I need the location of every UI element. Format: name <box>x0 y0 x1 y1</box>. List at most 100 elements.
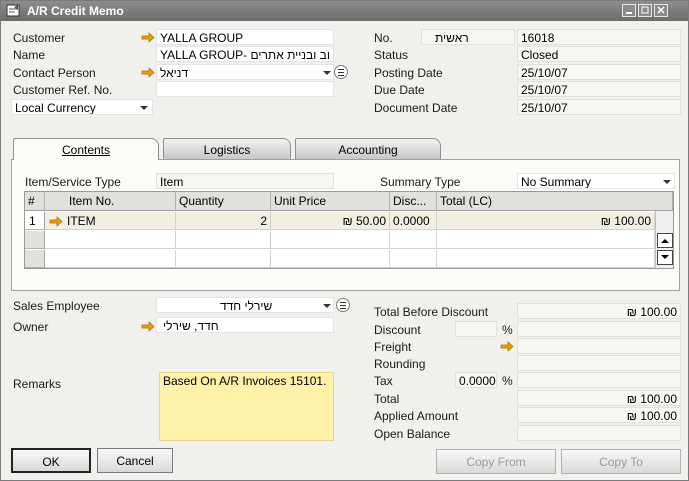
table-cell-item-no[interactable]: ITEM <box>45 212 176 230</box>
item-type-field[interactable]: Item <box>156 173 334 189</box>
tab-logistics[interactable]: Logistics <box>163 138 291 159</box>
table-cell[interactable] <box>176 231 271 249</box>
rounding-label: Rounding <box>374 357 426 371</box>
title-bar[interactable]: A/R Credit Memo <box>1 1 688 21</box>
open-balance-label: Open Balance <box>374 427 451 441</box>
due-date-field[interactable]: 25/10/07 <box>517 81 681 97</box>
remarks-textarea[interactable]: Based On A/R Invoices 15101. <box>159 372 334 441</box>
table-cell[interactable] <box>176 250 271 268</box>
vertical-scrollbar[interactable] <box>655 211 673 268</box>
applied-amount-field[interactable]: ₪ 100.00 <box>517 407 681 423</box>
currency-value: Local Currency <box>15 101 96 115</box>
open-balance-field[interactable] <box>517 425 681 441</box>
document-date-label: Document Date <box>374 101 458 115</box>
column-header[interactable]: Quantity <box>176 192 271 211</box>
ok-button[interactable]: OK <box>11 448 91 473</box>
chevron-down-icon[interactable] <box>662 179 672 185</box>
cancel-button[interactable]: Cancel <box>97 448 173 473</box>
name-field[interactable]: YALLA GROUP- וב ובניית אתרים <box>156 46 334 62</box>
status-label: Status <box>374 48 409 62</box>
row-number[interactable] <box>25 231 45 249</box>
table-cell[interactable] <box>390 231 437 249</box>
copy-from-button[interactable]: Copy From <box>436 449 556 474</box>
discount-percent-field[interactable] <box>455 321 497 337</box>
table-cell[interactable] <box>271 250 390 268</box>
posting-date-field[interactable]: 25/10/07 <box>517 64 681 80</box>
column-header[interactable]: Unit Price <box>271 192 390 211</box>
tab-accounting[interactable]: Accounting <box>295 138 441 159</box>
tax-amount-field[interactable] <box>517 372 681 388</box>
scroll-up-button[interactable] <box>657 233 673 248</box>
discount-amount-field[interactable] <box>517 321 681 337</box>
link-arrow-icon[interactable] <box>141 321 155 332</box>
table-cell[interactable] <box>437 231 655 249</box>
remarks-label: Remarks <box>13 377 62 391</box>
posting-date-label: Posting Date <box>374 66 443 80</box>
customer-field[interactable]: YALLA GROUP <box>156 29 334 45</box>
series-field[interactable]: ראשית <box>421 29 515 45</box>
status-field[interactable]: Closed <box>517 46 681 62</box>
due-date-label: Due Date <box>374 83 425 97</box>
table-cell[interactable] <box>271 231 390 249</box>
table-cell[interactable] <box>45 231 176 249</box>
tax-percent-sign: % <box>502 374 513 388</box>
link-arrow-icon[interactable] <box>141 32 155 43</box>
item-no-value: ITEM <box>67 214 96 228</box>
table-cell[interactable] <box>45 250 176 268</box>
row-number[interactable]: 1 <box>25 212 45 230</box>
link-arrow-icon[interactable] <box>49 216 63 227</box>
rounding-field[interactable] <box>517 355 681 371</box>
number-label: No. <box>374 31 393 45</box>
customer-ref-field[interactable] <box>156 81 334 97</box>
sales-employee-select[interactable]: שירלי חדד <box>156 297 334 313</box>
minimize-button[interactable] <box>622 4 636 17</box>
tax-label: Tax <box>374 374 393 388</box>
close-button[interactable] <box>654 4 668 17</box>
owner-field[interactable]: חדד, שירלי <box>156 317 334 333</box>
link-arrow-icon[interactable] <box>500 341 514 352</box>
window-title: A/R Credit Memo <box>27 4 124 18</box>
document-number-field[interactable]: 16018 <box>517 29 681 45</box>
sales-employee-value: שירלי חדד <box>220 299 273 313</box>
chevron-down-icon[interactable] <box>139 105 149 111</box>
column-header[interactable]: Total (LC) <box>437 192 673 211</box>
table-cell-discount[interactable]: 0.0000 <box>390 212 437 230</box>
contact-person-label: Contact Person <box>13 66 96 80</box>
freight-field[interactable] <box>517 338 681 354</box>
discount-label: Discount <box>374 323 421 337</box>
chevron-down-icon[interactable] <box>322 303 332 309</box>
column-header[interactable]: # <box>25 192 45 211</box>
table-cell[interactable] <box>437 250 655 268</box>
copy-to-button[interactable]: Copy To <box>561 449 681 474</box>
total-before-discount-field[interactable]: ₪ 100.00 <box>517 303 681 319</box>
tab-contents-label: Contents <box>61 143 111 157</box>
table-cell-quantity[interactable]: 2 <box>176 212 271 230</box>
row-number[interactable] <box>25 250 45 268</box>
column-header[interactable]: Item No. <box>45 192 176 211</box>
maximize-button[interactable] <box>638 4 652 17</box>
customer-ref-label: Customer Ref. No. <box>13 83 113 97</box>
tax-rate-field[interactable]: 0.0000 <box>455 372 497 388</box>
table-cell-unit-price[interactable]: ₪ 50.00 <box>271 212 390 230</box>
sales-employee-label: Sales Employee <box>13 299 100 313</box>
summary-type-select[interactable]: No Summary <box>517 173 675 189</box>
details-icon[interactable] <box>336 298 350 312</box>
scroll-down-button[interactable] <box>657 250 673 265</box>
link-arrow-icon[interactable] <box>141 67 155 78</box>
chevron-down-icon <box>661 255 669 259</box>
total-field[interactable]: ₪ 100.00 <box>517 390 681 406</box>
summary-type-value: No Summary <box>521 175 592 189</box>
chevron-down-icon[interactable] <box>322 70 332 76</box>
document-date-field[interactable]: 25/10/07 <box>517 99 681 115</box>
tab-contents[interactable]: Contents <box>13 138 159 160</box>
details-icon[interactable] <box>334 65 348 79</box>
form-icon <box>6 4 20 17</box>
table-cell[interactable] <box>390 250 437 268</box>
column-header[interactable]: Disc... <box>390 192 437 211</box>
currency-select[interactable]: Local Currency <box>11 99 153 115</box>
ar-credit-memo-window: A/R Credit Memo Customer YALLA GROUP Nam… <box>0 0 689 481</box>
table-cell-total[interactable]: ₪ 100.00 <box>437 212 655 230</box>
total-before-discount-label: Total Before Discount <box>374 305 489 319</box>
contact-person-value: דניאל <box>160 66 189 80</box>
contact-person-select[interactable]: דניאל <box>156 64 334 80</box>
